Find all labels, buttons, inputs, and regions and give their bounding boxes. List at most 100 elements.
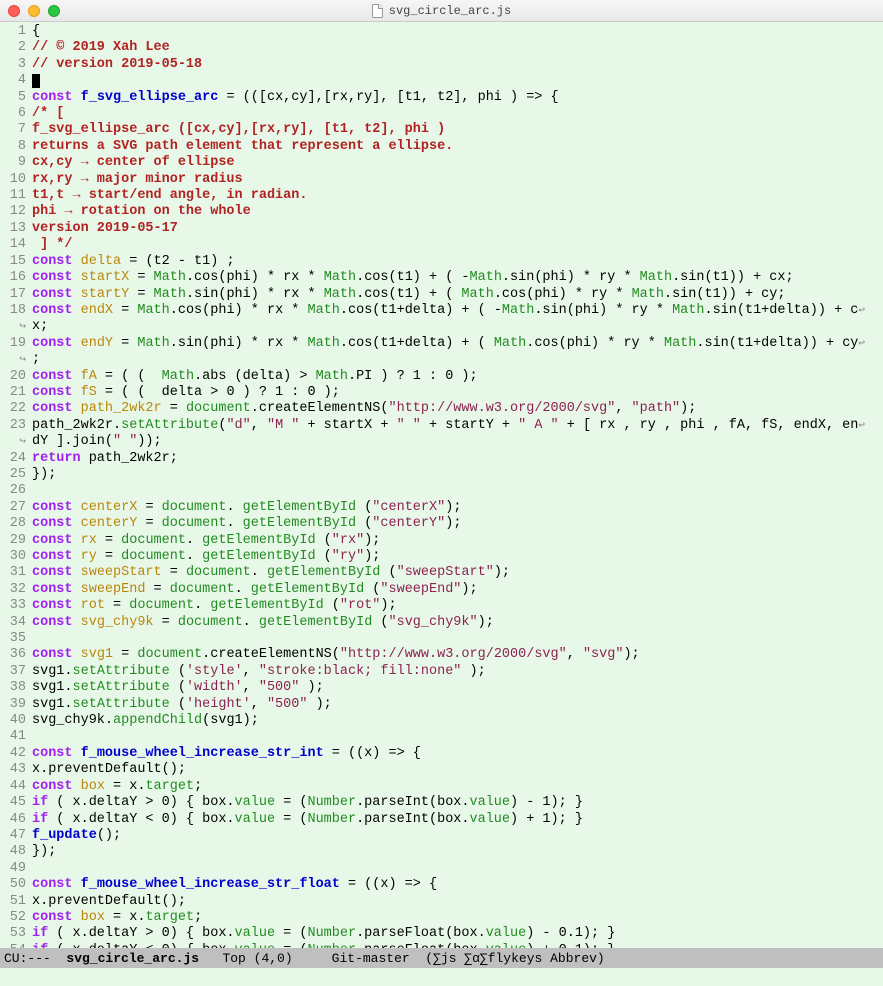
code-content[interactable]: const centerY = document. getElementById…: [32, 516, 883, 532]
maximize-button[interactable]: [48, 5, 60, 17]
code-content[interactable]: const endY = Math.sin(phi) * rx * Math.c…: [32, 336, 883, 352]
code-line[interactable]: 35: [0, 631, 883, 647]
code-line[interactable]: 41: [0, 729, 883, 745]
code-line[interactable]: 28const centerY = document. getElementBy…: [0, 516, 883, 532]
code-line[interactable]: 24return path_2wk2r;: [0, 451, 883, 467]
code-content[interactable]: return path_2wk2r;: [32, 451, 883, 467]
close-button[interactable]: [8, 5, 20, 17]
code-line[interactable]: 31const sweepStart = document. getElemen…: [0, 565, 883, 581]
code-line[interactable]: 38svg1.setAttribute ('width', "500" );: [0, 680, 883, 696]
code-content[interactable]: ] */: [32, 237, 883, 253]
code-line[interactable]: 10rx,ry → major minor radius: [0, 172, 883, 188]
code-content[interactable]: const path_2wk2r = document.createElemen…: [32, 401, 883, 417]
code-line[interactable]: 50const f_mouse_wheel_increase_str_float…: [0, 877, 883, 893]
code-content[interactable]: const rx = document. getElementById ("rx…: [32, 533, 883, 549]
code-line[interactable]: 11t1,t → start/end angle, in radian.: [0, 188, 883, 204]
code-line[interactable]: 40svg_chy9k.appendChild(svg1);: [0, 713, 883, 729]
code-content[interactable]: const centerX = document. getElementById…: [32, 500, 883, 516]
code-line[interactable]: 14 ] */: [0, 237, 883, 253]
code-content[interactable]: const box = x.target;: [32, 910, 883, 926]
code-content[interactable]: const fS = ( ( delta > 0 ) ? 1 : 0 );: [32, 385, 883, 401]
code-line[interactable]: 42const f_mouse_wheel_increase_str_int =…: [0, 746, 883, 762]
code-line[interactable]: 47f_update();: [0, 828, 883, 844]
code-content[interactable]: [32, 861, 883, 877]
code-content[interactable]: // © 2019 Xah Lee: [32, 40, 883, 56]
code-content[interactable]: returns a SVG path element that represen…: [32, 139, 883, 155]
code-content[interactable]: [32, 483, 883, 499]
code-line[interactable]: 36const svg1 = document.createElementNS(…: [0, 647, 883, 663]
code-content[interactable]: const startX = Math.cos(phi) * rx * Math…: [32, 270, 883, 286]
code-content[interactable]: cx,cy → center of ellipse: [32, 155, 883, 171]
code-line[interactable]: 7f_svg_ellipse_arc ([cx,cy],[rx,ry], [t1…: [0, 122, 883, 138]
code-line[interactable]: 29const rx = document. getElementById ("…: [0, 533, 883, 549]
code-content[interactable]: const svg_chy9k = document. getElementBy…: [32, 615, 883, 631]
code-content[interactable]: [32, 631, 883, 647]
code-line-continuation[interactable]: x;: [0, 319, 883, 335]
code-content[interactable]: if ( x.deltaY > 0) { box.value = (Number…: [32, 926, 883, 942]
code-content[interactable]: [32, 729, 883, 745]
code-content[interactable]: x.preventDefault();: [32, 894, 883, 910]
code-line[interactable]: 19const endY = Math.sin(phi) * rx * Math…: [0, 336, 883, 352]
code-content[interactable]: if ( x.deltaY < 0) { box.value = (Number…: [32, 812, 883, 828]
code-content[interactable]: x.preventDefault();: [32, 762, 883, 778]
code-content[interactable]: const f_svg_ellipse_arc = (([cx,cy],[rx,…: [32, 90, 883, 106]
code-content[interactable]: if ( x.deltaY > 0) { box.value = (Number…: [32, 795, 883, 811]
code-content[interactable]: [32, 73, 883, 89]
code-line[interactable]: 45if ( x.deltaY > 0) { box.value = (Numb…: [0, 795, 883, 811]
code-line[interactable]: 46if ( x.deltaY < 0) { box.value = (Numb…: [0, 812, 883, 828]
code-line[interactable]: 27const centerX = document. getElementBy…: [0, 500, 883, 516]
code-content[interactable]: });: [32, 844, 883, 860]
code-line[interactable]: 16const startX = Math.cos(phi) * rx * Ma…: [0, 270, 883, 286]
code-content[interactable]: t1,t → start/end angle, in radian.: [32, 188, 883, 204]
code-content[interactable]: svg1.setAttribute ('height', "500" );: [32, 697, 883, 713]
code-content[interactable]: {: [32, 24, 883, 40]
code-content[interactable]: const ry = document. getElementById ("ry…: [32, 549, 883, 565]
code-line[interactable]: 4: [0, 73, 883, 89]
code-content[interactable]: const delta = (t2 - t1) ;: [32, 254, 883, 270]
code-line[interactable]: 5const f_svg_ellipse_arc = (([cx,cy],[rx…: [0, 90, 883, 106]
code-content[interactable]: const box = x.target;: [32, 779, 883, 795]
code-line[interactable]: 54if ( x.deltaY < 0) { box.value = (Numb…: [0, 943, 883, 948]
code-content[interactable]: path_2wk2r.setAttribute("d", "M " + star…: [32, 418, 883, 434]
code-line[interactable]: 18const endX = Math.cos(phi) * rx * Math…: [0, 303, 883, 319]
code-content[interactable]: const endX = Math.cos(phi) * rx * Math.c…: [32, 303, 883, 319]
code-line[interactable]: 39svg1.setAttribute ('height', "500" );: [0, 697, 883, 713]
code-line[interactable]: 49: [0, 861, 883, 877]
code-content[interactable]: // version 2019-05-18: [32, 57, 883, 73]
minibuffer[interactable]: [0, 968, 883, 986]
code-line[interactable]: 15const delta = (t2 - t1) ;: [0, 254, 883, 270]
code-content[interactable]: if ( x.deltaY < 0) { box.value = (Number…: [32, 943, 883, 948]
code-line[interactable]: 52const box = x.target;: [0, 910, 883, 926]
code-line[interactable]: 34const svg_chy9k = document. getElement…: [0, 615, 883, 631]
code-content[interactable]: svg_chy9k.appendChild(svg1);: [32, 713, 883, 729]
code-content[interactable]: const svg1 = document.createElementNS("h…: [32, 647, 883, 663]
code-line-continuation[interactable]: ;: [0, 352, 883, 368]
code-line-continuation[interactable]: dY ].join(" "));: [0, 434, 883, 450]
code-line[interactable]: 6/* [: [0, 106, 883, 122]
code-line[interactable]: 1{: [0, 24, 883, 40]
code-line[interactable]: 13version 2019-05-17: [0, 221, 883, 237]
code-content[interactable]: const f_mouse_wheel_increase_str_float =…: [32, 877, 883, 893]
code-content[interactable]: svg1.setAttribute ('width', "500" );: [32, 680, 883, 696]
code-line[interactable]: 21const fS = ( ( delta > 0 ) ? 1 : 0 );: [0, 385, 883, 401]
code-content[interactable]: ;: [32, 352, 883, 368]
code-content[interactable]: });: [32, 467, 883, 483]
code-content[interactable]: const fA = ( ( Math.abs (delta) > Math.P…: [32, 369, 883, 385]
code-content[interactable]: f_svg_ellipse_arc ([cx,cy],[rx,ry], [t1,…: [32, 122, 883, 138]
code-content[interactable]: rx,ry → major minor radius: [32, 172, 883, 188]
code-content[interactable]: f_update();: [32, 828, 883, 844]
code-content[interactable]: version 2019-05-17: [32, 221, 883, 237]
editor-area[interactable]: 1{2// © 2019 Xah Lee3// version 2019-05-…: [0, 22, 883, 948]
code-line[interactable]: 22const path_2wk2r = document.createElem…: [0, 401, 883, 417]
code-content[interactable]: phi → rotation on the whole: [32, 204, 883, 220]
code-line[interactable]: 20const fA = ( ( Math.abs (delta) > Math…: [0, 369, 883, 385]
code-line[interactable]: 23path_2wk2r.setAttribute("d", "M " + st…: [0, 418, 883, 434]
code-content[interactable]: const sweepStart = document. getElementB…: [32, 565, 883, 581]
code-line[interactable]: 44const box = x.target;: [0, 779, 883, 795]
code-line[interactable]: 48});: [0, 844, 883, 860]
code-line[interactable]: 26: [0, 483, 883, 499]
code-content[interactable]: const startY = Math.sin(phi) * rx * Math…: [32, 287, 883, 303]
code-line[interactable]: 32const sweepEnd = document. getElementB…: [0, 582, 883, 598]
code-line[interactable]: 53if ( x.deltaY > 0) { box.value = (Numb…: [0, 926, 883, 942]
code-line[interactable]: 2// © 2019 Xah Lee: [0, 40, 883, 56]
